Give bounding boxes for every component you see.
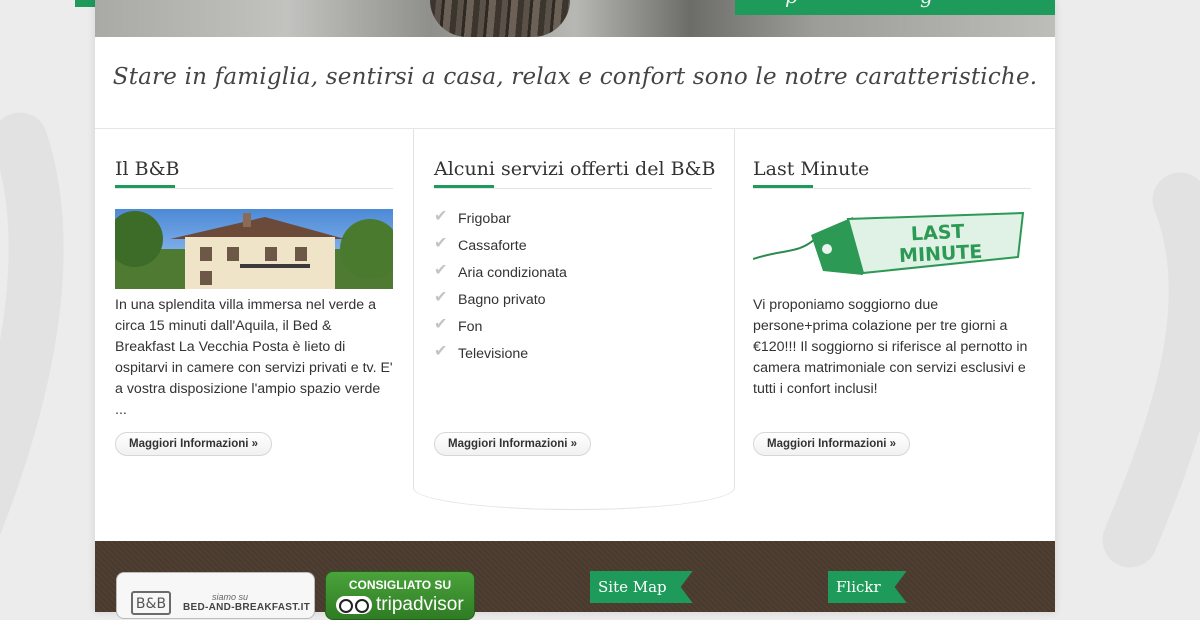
- list-item: ✔ Bagno privato: [434, 289, 734, 319]
- header-green-tab-right: p g: [735, 0, 1055, 15]
- bb-villa-photo: [115, 209, 393, 289]
- service-label: Televisione: [458, 346, 529, 362]
- tree-trunk-graphic: [430, 0, 570, 37]
- title-accent: [115, 185, 175, 188]
- column-title-services: Alcuni servizi offerti del B&B: [434, 158, 716, 180]
- banner-line-2: MINUTE: [899, 241, 983, 267]
- column-bb: Il B&B In una splendita villa immersa ne…: [115, 129, 393, 456]
- check-icon: ✔: [434, 262, 448, 279]
- list-item: ✔ Frigobar: [434, 208, 734, 238]
- badge-tagline: siamo su: [212, 592, 249, 602]
- title-rule: [434, 185, 712, 189]
- list-item: ✔ Cassaforte: [434, 235, 734, 265]
- bb-description: In una splendita villa immersa nel verde…: [115, 297, 393, 418]
- list-item: ✔ Televisione: [434, 343, 734, 373]
- check-icon: ✔: [434, 289, 448, 306]
- tagline: Stare in famiglia, sentirsi a casa, rela…: [112, 64, 1038, 90]
- flickr-heading: Flickr: [828, 571, 907, 603]
- service-label: Frigobar: [458, 211, 511, 227]
- tripadvisor-badge[interactable]: CONSIGLIATO SU tripadvisor: [325, 571, 475, 620]
- services-more-info-button[interactable]: Maggiori Informazioni »: [434, 432, 592, 456]
- tripadvisor-title: CONSIGLIATO SU: [348, 578, 452, 592]
- service-list: ✔ Frigobar ✔ Cassaforte ✔ Aria condizionata…: [434, 208, 734, 373]
- service-label: Fon: [458, 319, 483, 335]
- list-item: ✔ Aria condizionata: [434, 262, 734, 292]
- column-services: Alcuni servizi offerti del B&B ✔ Frigobar…: [413, 129, 735, 510]
- check-icon: ✔: [434, 235, 448, 252]
- service-label: Aria condizionata: [458, 265, 567, 281]
- service-label: Cassaforte: [458, 238, 527, 254]
- footer: B&B siamo su BED-AND-BREAKFAST.IT CONSIG…: [95, 541, 1055, 620]
- last-minute-more-info-button[interactable]: Maggiori Informazioni »: [753, 432, 911, 456]
- bb-more-info-button[interactable]: Maggiori Informazioni »: [115, 432, 273, 456]
- check-icon: ✔: [434, 208, 448, 225]
- check-icon: ✔: [434, 316, 448, 333]
- title-accent: [753, 185, 813, 188]
- service-label: Bagno privato: [458, 292, 546, 308]
- tripadvisor-brand: tripadvisor: [376, 594, 464, 615]
- badge-site: BED-AND-BREAKFAST.IT: [183, 602, 311, 613]
- check-icon: ✔: [434, 343, 448, 360]
- tripadvisor-owl-icon: [336, 596, 372, 614]
- list-item: ✔ Fon: [434, 316, 734, 346]
- column-title-bb: Il B&B: [115, 158, 180, 180]
- last-minute-description: Vi proponiamo soggiorno due persone+prim…: [753, 297, 1028, 397]
- column-title-last-minute: Last Minute: [753, 158, 870, 180]
- main-content-panel: Stare in famiglia, sentirsi a casa, rela…: [95, 0, 1055, 620]
- sitemap-heading: Site Map: [590, 571, 693, 603]
- title-rule: [753, 185, 1031, 189]
- price-tag-icon: LAST MINUTE: [752, 211, 1025, 275]
- villa-illustration: [115, 211, 393, 289]
- bb-logo-icon: B&B: [131, 591, 171, 615]
- last-minute-tag-banner: LAST MINUTE: [752, 209, 1031, 289]
- column-last-minute: Last Minute LAST MINUTE Vi proponiamo so…: [752, 129, 1031, 456]
- title-accent: [434, 185, 494, 188]
- title-rule: [115, 185, 393, 189]
